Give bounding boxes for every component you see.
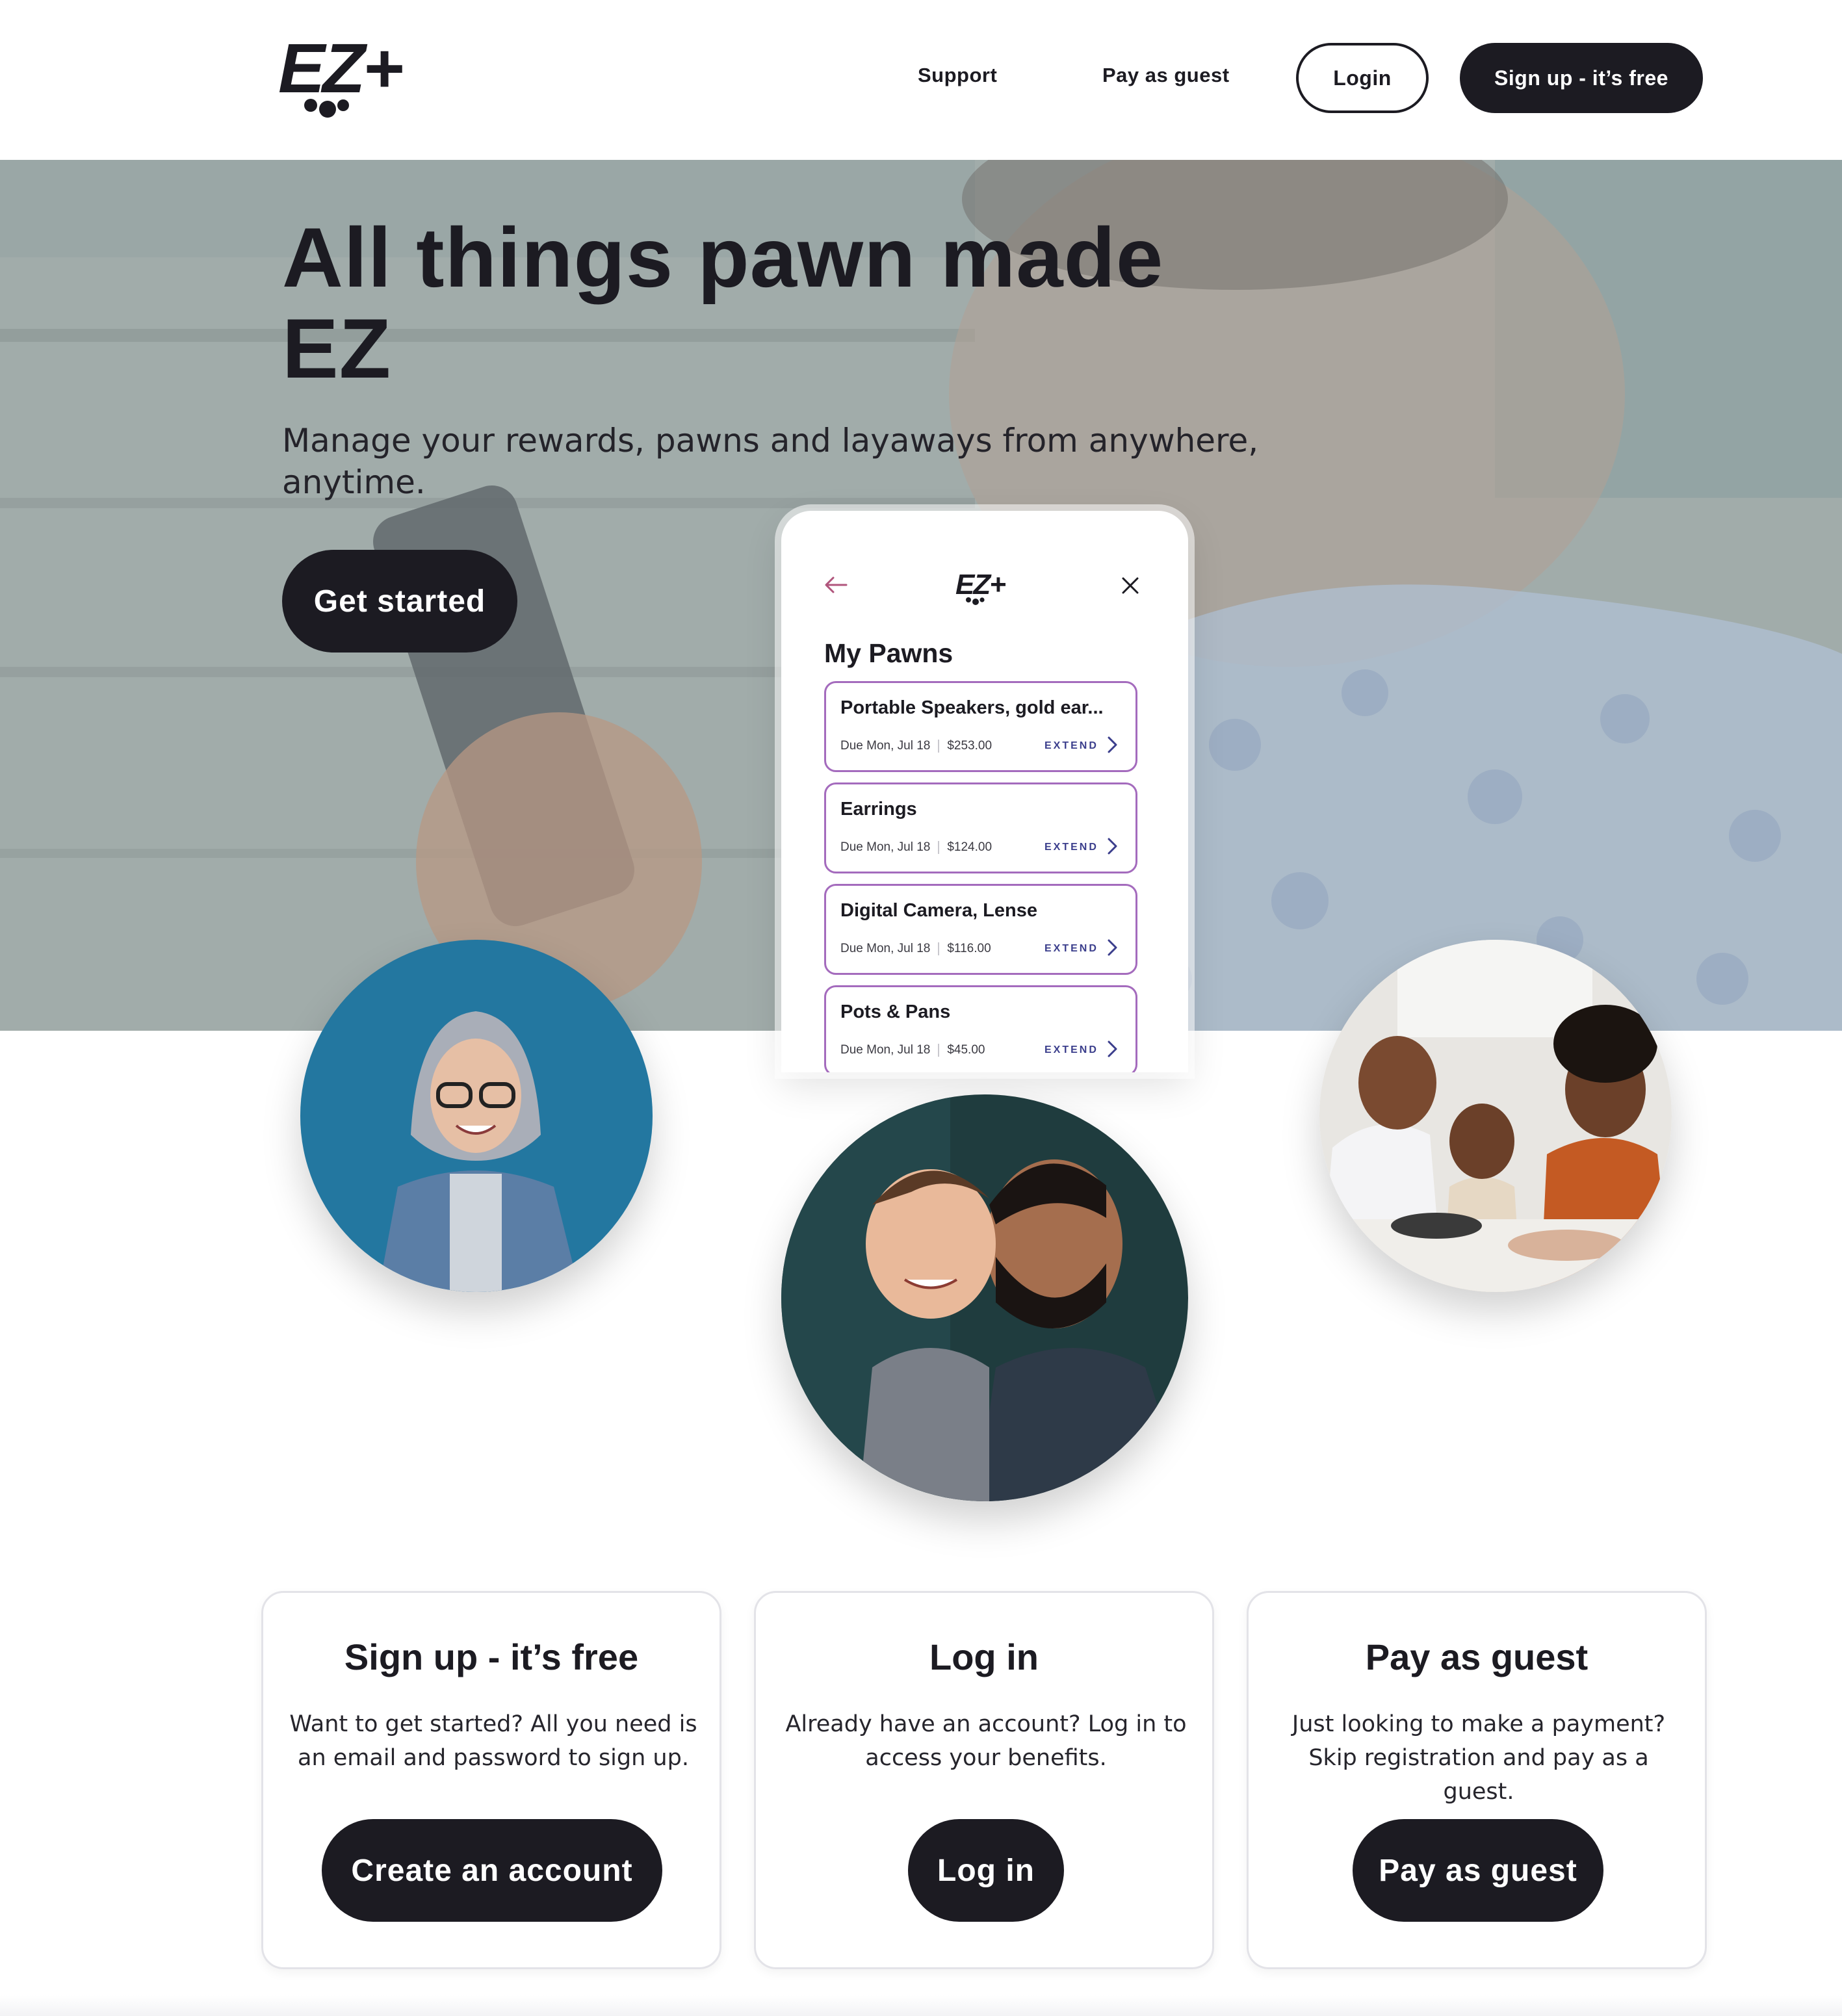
pawn-extend-link[interactable]: EXTEND	[1044, 1044, 1098, 1056]
father-and-baby-photo	[781, 1094, 1188, 1501]
chevron-right-icon	[1108, 736, 1117, 753]
pawn-name: Earrings	[840, 799, 917, 820]
pawn-name: Pots & Pans	[840, 1002, 951, 1022]
pawn-due-date: Due Mon, Jul 18	[840, 1043, 931, 1057]
page-bottom-edge	[0, 1995, 1842, 2016]
divider	[938, 942, 940, 955]
card-title: Sign up - it’s free	[344, 1636, 639, 1677]
nav-pay-as-guest-link[interactable]: Pay as guest	[1102, 64, 1230, 87]
signup-card: Sign up - it’s free Want to get started?…	[261, 1591, 721, 1969]
close-icon	[1122, 577, 1139, 594]
card-title: Pay as guest	[1365, 1636, 1589, 1677]
arrow-left-icon	[825, 576, 848, 593]
nav-support-link[interactable]: Support	[918, 64, 997, 87]
pawn-due-date: Due Mon, Jul 18	[840, 739, 931, 753]
top-navigation: EZ+ Support Pay as guest Login Sign up -…	[0, 0, 1842, 160]
ez-plus-logo[interactable]: EZ+	[278, 32, 434, 130]
divider	[938, 841, 940, 854]
pawn-extend-link[interactable]: EXTEND	[1044, 943, 1098, 955]
pawn-amount: $116.00	[947, 942, 991, 955]
pawn-card[interactable]: Portable Speakers, gold ear... Due Mon, …	[824, 681, 1137, 772]
pawn-name: Digital Camera, Lense	[840, 900, 1037, 921]
hero-title: All things pawn made EZ	[282, 210, 1164, 396]
pawn-meta: Due Mon, Jul 18 $124.00	[840, 840, 992, 855]
pay-as-guest-button[interactable]: Pay as guest	[1353, 1819, 1603, 1922]
pawn-card[interactable]: Pots & Pans Due Mon, Jul 18 $45.00 EXTEN…	[824, 985, 1137, 1072]
chevron-right-icon	[1108, 939, 1117, 956]
pawn-name: Portable Speakers, gold ear...	[840, 697, 1104, 718]
pawn-amount: $45.00	[947, 1043, 985, 1057]
my-pawns-heading: My Pawns	[824, 638, 953, 668]
pawn-meta: Due Mon, Jul 18 $116.00	[840, 942, 991, 956]
pawn-amount: $253.00	[947, 739, 992, 753]
card-description: Already have an account? Log in to acces…	[785, 1711, 1187, 1771]
signup-button[interactable]: Sign up - it’s free	[1460, 43, 1703, 113]
pay-as-guest-card: Pay as guest Just looking to make a paym…	[1247, 1591, 1707, 1969]
pawn-card[interactable]: Earrings Due Mon, Jul 18 $124.00 EXTEND	[824, 782, 1137, 873]
chevron-right-icon	[1108, 1040, 1117, 1057]
log-in-button[interactable]: Log in	[908, 1819, 1064, 1922]
pawn-extend-link[interactable]: EXTEND	[1044, 842, 1098, 853]
phone-mockup: EZ+ My Pawns Portable Speakers, gold ear…	[781, 511, 1188, 1072]
hero-subtitle: Manage your rewards, pawns and layaways …	[282, 422, 1259, 501]
pawn-extend-link[interactable]: EXTEND	[1044, 740, 1098, 752]
card-description: Want to get started? All you need is an …	[289, 1711, 697, 1771]
pawn-meta: Due Mon, Jul 18 $45.00	[840, 1043, 985, 1057]
get-started-button[interactable]: Get started	[282, 550, 517, 653]
family-cooking-photo	[1319, 940, 1672, 1292]
card-title: Log in	[929, 1636, 1039, 1677]
pawn-card[interactable]: Digital Camera, Lense Due Mon, Jul 18 $1…	[824, 884, 1137, 975]
svg-text:EZ+: EZ+	[278, 32, 402, 107]
svg-text:EZ+: EZ+	[955, 569, 1005, 601]
card-description: Just looking to make a payment? Skip reg…	[1291, 1711, 1666, 1805]
pawn-meta: Due Mon, Jul 18 $253.00	[840, 739, 992, 753]
divider	[938, 740, 940, 753]
woman-in-hoodie-photo	[300, 940, 653, 1292]
login-button[interactable]: Login	[1296, 43, 1429, 113]
pawn-due-date: Due Mon, Jul 18	[840, 942, 931, 955]
chevron-right-icon	[1108, 838, 1117, 855]
login-card: Log in Already have an account? Log in t…	[754, 1591, 1214, 1969]
divider	[938, 1044, 940, 1057]
create-account-button[interactable]: Create an account	[322, 1819, 662, 1922]
ez-plus-logo: EZ+	[955, 569, 1007, 605]
pawn-due-date: Due Mon, Jul 18	[840, 840, 931, 854]
pawn-amount: $124.00	[947, 840, 992, 854]
